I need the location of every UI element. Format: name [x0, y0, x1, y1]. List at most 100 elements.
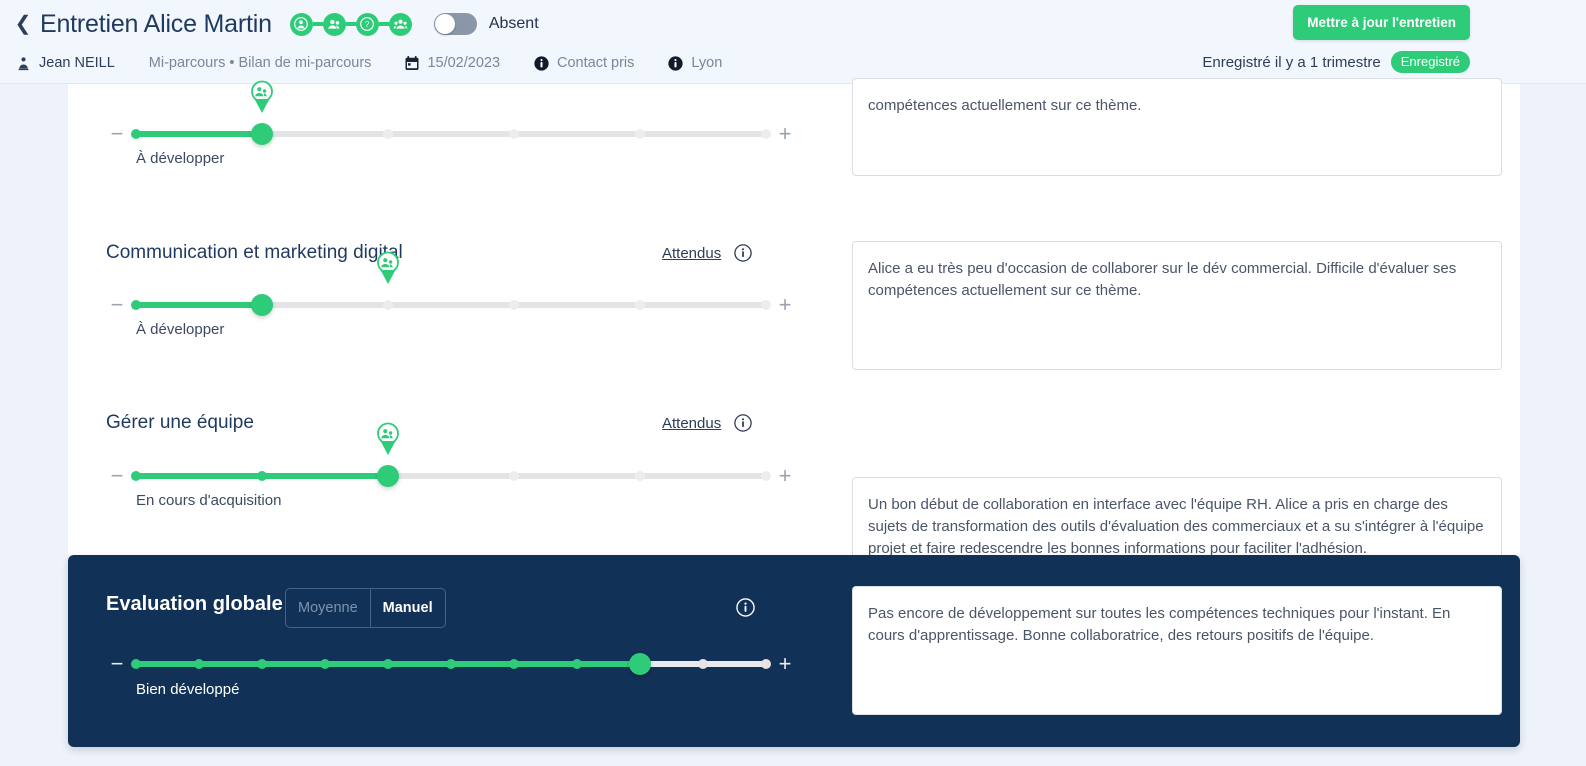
info-outline-icon[interactable] — [734, 414, 752, 432]
meta-location[interactable]: Lyon — [668, 55, 722, 71]
competency-slider[interactable]: − + — [106, 422, 796, 490]
competency-slider[interactable]: − + — [106, 251, 796, 319]
slider-tick[interactable] — [761, 300, 771, 310]
minus-icon[interactable]: − — [106, 653, 128, 675]
slider-tick[interactable] — [761, 659, 771, 669]
header-meta-row: Jean NEILL Mi-parcours • Bilan de mi-par… — [16, 50, 722, 76]
mode-option-moyenne[interactable]: Moyenne — [286, 589, 370, 627]
people-pin-icon — [375, 422, 401, 458]
attendus-link[interactable]: Attendus — [662, 245, 721, 262]
meta-manager[interactable]: Jean NEILL — [16, 55, 115, 71]
step-group-icon[interactable] — [388, 12, 412, 36]
slider-tick[interactable] — [383, 300, 393, 310]
slider-tick[interactable] — [194, 659, 204, 669]
competency-block: − + À développer compétences actuellemen… — [68, 78, 1520, 219]
manager-icon — [16, 56, 31, 71]
attendus-link[interactable]: Attendus — [662, 415, 721, 432]
slider-track[interactable] — [131, 653, 771, 675]
slider-tick[interactable] — [635, 129, 645, 139]
competency-slider[interactable]: − + — [106, 80, 796, 148]
global-evaluation-title: Evaluation globale — [106, 593, 283, 615]
slider-tick[interactable] — [635, 300, 645, 310]
meta-campaign[interactable]: Mi-parcours • Bilan de mi-parcours — [149, 55, 372, 71]
slider-thumb[interactable] — [251, 294, 273, 316]
step-participant-icon[interactable] — [289, 12, 313, 36]
absent-toggle[interactable] — [433, 13, 477, 35]
slider-track[interactable] — [131, 251, 771, 316]
slider-thumb[interactable] — [251, 123, 273, 145]
slider-thumb[interactable] — [377, 465, 399, 487]
slider-tick[interactable] — [446, 659, 456, 669]
slider-tick[interactable] — [320, 659, 330, 669]
step-connector — [345, 22, 356, 26]
slider-caption: À développer — [136, 321, 225, 338]
attendus-group: Attendus — [662, 244, 752, 262]
slider-tick[interactable] — [131, 471, 141, 481]
slider-tick[interactable] — [509, 129, 519, 139]
slider-track[interactable] — [131, 80, 771, 145]
update-interview-button[interactable]: Mettre à jour l'entretien — [1293, 5, 1470, 40]
slider-tick[interactable] — [131, 659, 141, 669]
info-filled-icon — [668, 55, 684, 71]
step-people-icon[interactable] — [322, 12, 346, 36]
saved-status-row: Enregistré il y a 1 trimestre Enregistré — [1202, 51, 1470, 73]
slider-tick[interactable] — [509, 471, 519, 481]
slider-tick[interactable] — [131, 300, 141, 310]
plus-icon[interactable]: + — [774, 465, 796, 487]
minus-icon[interactable]: − — [106, 123, 128, 145]
step-question-bubble-icon[interactable]: ? — [355, 12, 379, 36]
slider-track-fill — [136, 131, 262, 137]
slider-caption: En cours d'acquisition — [136, 492, 282, 509]
minus-icon[interactable]: − — [106, 294, 128, 316]
slider-tick[interactable] — [383, 129, 393, 139]
slider-track[interactable] — [131, 422, 771, 487]
info-outline-icon[interactable] — [734, 244, 752, 262]
meta-campaign-label: Mi-parcours • Bilan de mi-parcours — [148, 55, 372, 71]
slider-tick[interactable] — [698, 659, 708, 669]
absent-toggle-label: Absent — [488, 15, 539, 32]
competencies-card: − + À développer compétences actuellemen… — [68, 78, 1520, 606]
calendar-icon — [405, 55, 419, 71]
info-filled-icon — [534, 55, 549, 71]
slider-tick[interactable] — [257, 659, 267, 669]
attendus-group: Attendus — [662, 414, 752, 432]
global-evaluation-slider[interactable]: − + — [106, 650, 796, 678]
slider-tick[interactable] — [635, 471, 645, 481]
step-connector — [312, 22, 323, 26]
competency-block: Gérer une équipe Attendus − + En cours d… — [68, 389, 1520, 606]
info-outline-icon[interactable] — [736, 598, 755, 617]
plus-icon[interactable]: + — [774, 294, 796, 316]
saved-timestamp: Enregistré il y a 1 trimestre — [1202, 53, 1381, 71]
status-badge: Enregistré — [1390, 51, 1470, 73]
people-pin-icon — [249, 80, 275, 116]
competency-title: Communication et marketing digital — [106, 242, 403, 263]
slider-tick[interactable] — [509, 300, 519, 310]
slider-thumb[interactable] — [629, 653, 651, 675]
slider-tick[interactable] — [761, 471, 771, 481]
minus-icon[interactable]: − — [106, 465, 128, 487]
step-connector — [378, 22, 389, 26]
chevron-left-icon[interactable]: ❮ — [14, 9, 32, 39]
slider-tick[interactable] — [383, 659, 393, 669]
meta-date[interactable]: 15/02/2023 — [405, 55, 500, 71]
slider-tick[interactable] — [257, 471, 267, 481]
slider-tick[interactable] — [131, 129, 141, 139]
mode-option-manuel[interactable]: Manuel — [369, 589, 445, 627]
absent-toggle-group: Absent — [433, 13, 539, 35]
global-slider-caption: Bien développé — [136, 681, 240, 698]
slider-tick[interactable] — [761, 129, 771, 139]
competency-comment[interactable]: compétences actuellement sur ce thème. — [852, 78, 1502, 176]
interview-step-chain: ? — [289, 12, 412, 36]
slider-tick[interactable] — [509, 659, 519, 669]
competency-comment[interactable]: Alice a eu très peu d'occasion de collab… — [852, 241, 1502, 370]
slider-track-fill — [136, 302, 262, 308]
meta-status[interactable]: Contact pris — [534, 55, 634, 71]
plus-icon[interactable]: + — [774, 123, 796, 145]
meta-date-label: 15/02/2023 — [427, 55, 501, 71]
plus-icon[interactable]: + — [774, 653, 796, 675]
slider-tick[interactable] — [572, 659, 582, 669]
global-evaluation-comment[interactable]: Pas encore de développement sur toutes l… — [852, 586, 1502, 715]
meta-status-label: Contact pris — [557, 55, 635, 71]
slider-caption: À développer — [136, 150, 225, 167]
competency-title: Gérer une équipe — [106, 412, 254, 433]
